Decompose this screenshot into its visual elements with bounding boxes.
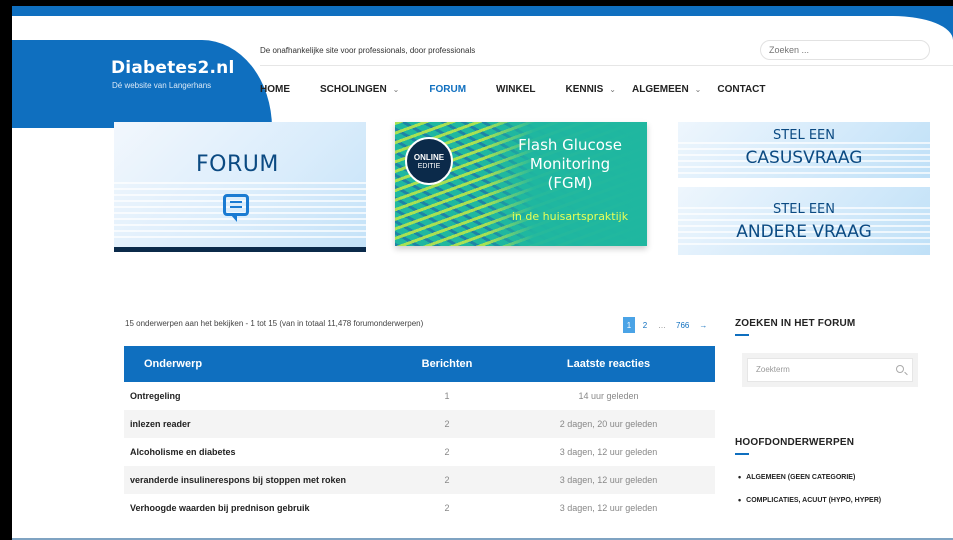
column-header-topic: Onderwerp [144,358,203,370]
nav-divider [260,65,953,66]
forum-sidebar: ZOEKEN IN HET FORUM Zoekterm HOOFDONDERW… [735,318,935,504]
column-header-posts: Berichten [421,358,473,370]
category-link[interactable]: ALGEMEEN (GEEN CATEGORIE) [738,472,881,482]
topics-table: Onderwerp Berichten Laatste reacties Ont… [124,346,715,522]
post-count: 1 [444,391,450,401]
fgm-title-line: Flash Glucose [518,136,622,154]
table-body: Ontregeling 1 14 uur geleden inlezen rea… [124,382,715,522]
case-banner-line1: STEL EEN [773,128,835,143]
chevron-down-icon: ⌄ [694,85,702,94]
nav-label: SCHOLINGEN [320,84,387,95]
nav-label: WINKEL [496,84,536,95]
fgm-course-banner[interactable]: ONLINE EDITIE Flash Glucose Monitoring (… [395,122,647,246]
table-header: Onderwerp Berichten Laatste reacties [124,346,715,382]
browser-viewport: Diabetes2.nl Dé website van Langerhans D… [12,6,953,540]
nav-item-forum[interactable]: FORUM [429,84,466,95]
heading-underline [735,453,749,455]
site-search-input[interactable] [760,40,930,60]
main-topics-heading-block: HOOFDONDERWERPEN [735,437,854,455]
nav-item-algemeen[interactable]: ALGEMEEN ⌄ [632,84,701,95]
table-row: Alcoholisme en diabetes 2 3 dagen, 12 uu… [124,438,715,466]
forum-search-input[interactable]: Zoekterm [747,358,913,382]
last-reply-link[interactable]: 3 dagen, 12 uur geleden [502,447,715,457]
nav-label: ALGEMEEN [632,84,689,95]
chevron-down-icon: ⌄ [392,85,400,94]
nav-label: FORUM [429,84,467,95]
other-question-banner[interactable]: STEL EEN ANDERE VRAAG [678,187,930,255]
nav-label: HOME [260,84,290,95]
main-nav: HOME SCHOLINGEN ⌄ FORUM WINKEL KENNIS ⌄ AL… [260,84,796,95]
page-2-button[interactable]: 2 [639,317,651,333]
table-row: Verhoogde waarden bij prednison gebruik … [124,494,715,522]
nav-item-scholingen[interactable]: SCHOLINGEN ⌄ [320,84,399,95]
case-banner-line2: CASUSVRAAG [745,148,863,168]
table-row: veranderde insulinerespons bij stoppen m… [124,466,715,494]
post-count: 2 [444,419,450,429]
nav-item-winkel[interactable]: WINKEL [496,84,535,95]
forum-banner-title: FORUM [196,152,279,177]
nav-item-kennis[interactable]: KENNIS ⌄ [566,84,617,95]
column-header-latest: Laatste reacties [566,358,651,370]
pagination-ellipsis: … [658,320,666,330]
search-icon[interactable] [896,365,904,373]
forum-search-box: Zoekterm [742,353,918,387]
online-edition-badge: ONLINE EDITIE [405,137,453,185]
nav-label: CONTACT [717,84,766,95]
chevron-down-icon: ⌄ [609,85,616,94]
post-count: 2 [444,503,450,513]
case-question-banner[interactable]: STEL EEN CASUSVRAAG [678,122,930,178]
category-list: ALGEMEEN (GEEN CATEGORIE) COMPLICATIES, … [738,472,881,518]
topic-link[interactable]: inlezen reader [124,419,392,429]
page-last-button[interactable]: 766 [673,317,692,333]
fgm-banner-subtitle: in de huisartspraktijk [511,210,629,223]
fgm-title-line: Monitoring [529,155,611,173]
fgm-banner-title: Flash Glucose Monitoring (FGM) [495,136,645,193]
site-logo-subtitle: Dé website van Langerhans [112,81,212,90]
post-count: 2 [444,475,450,485]
forum-banner[interactable]: FORUM [114,122,366,252]
nav-label: KENNIS [565,84,604,95]
site-tagline: De onafhankelijke site voor professional… [260,46,476,55]
topic-link[interactable]: Alcoholisme en diabetes [124,447,392,457]
pagination: 1 2 … 766 → [623,317,710,333]
table-row: inlezen reader 2 2 dagen, 20 uur geleden [124,410,715,438]
badge-text-top: ONLINE [413,153,445,162]
fgm-title-line: (FGM) [547,174,593,192]
topic-count-text: 15 onderwerpen aan het bekijken - 1 tot … [125,319,424,328]
table-row: Ontregeling 1 14 uur geleden [124,382,715,410]
badge-text-bottom: EDITIE [417,163,441,170]
topic-link[interactable]: Ontregeling [124,391,392,401]
topic-link[interactable]: Verhoogde waarden bij prednison gebruik [124,503,392,513]
page-1-button[interactable]: 1 [623,317,635,333]
main-topics-heading: HOOFDONDERWERPEN [735,437,855,448]
forum-search-heading: ZOEKEN IN HET FORUM [735,318,856,329]
forum-search-placeholder: Zoekterm [756,365,790,374]
topic-link[interactable]: veranderde insulinerespons bij stoppen m… [124,475,392,485]
last-reply-link[interactable]: 3 dagen, 12 uur geleden [502,503,715,513]
header-background [12,16,953,40]
site-logo[interactable]: Diabetes2.nl [111,58,235,78]
last-reply-link[interactable]: 14 uur geleden [502,391,715,401]
chat-bubble-icon [223,194,249,222]
nav-item-contact[interactable]: CONTACT [717,84,765,95]
other-banner-line1: STEL EEN [773,202,835,217]
last-reply-link[interactable]: 3 dagen, 12 uur geleden [502,475,715,485]
other-banner-line2: ANDERE VRAAG [736,222,872,242]
last-reply-link[interactable]: 2 dagen, 20 uur geleden [502,419,715,429]
heading-underline [735,334,749,336]
post-count: 2 [444,447,450,457]
category-link[interactable]: COMPLICATIES, ACUUT (HYPO, HYPER) [738,495,881,505]
nav-item-home[interactable]: HOME [260,84,290,95]
next-page-arrow-icon[interactable]: → [696,317,710,333]
